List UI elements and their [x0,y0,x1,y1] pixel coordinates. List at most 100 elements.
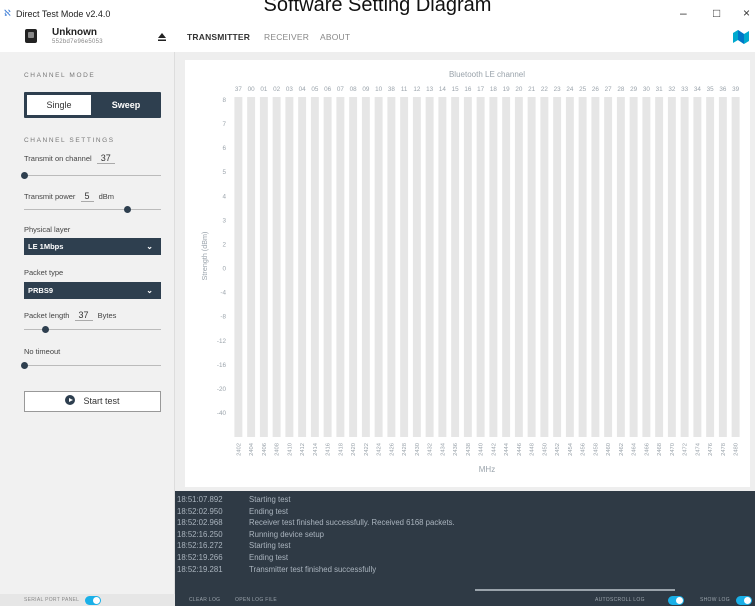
frequency-tick-label: 2420 [351,443,357,456]
channel-tick-label: 19 [503,86,511,93]
channel-bar [234,97,243,437]
channel-tick-label: 02 [273,86,281,93]
frequency-tick-label: 2408 [275,443,281,456]
packet-length-input[interactable]: 37 [74,310,93,321]
chart-title: Bluetooth LE channel [449,70,525,79]
frequency-tick-label: 2442 [491,443,497,456]
tab-about[interactable]: ABOUT [320,32,350,42]
tab-receiver[interactable]: RECEIVER [264,32,309,42]
channel-tick-label: 05 [311,86,319,93]
transmit-power-slider[interactable] [24,206,161,213]
channel-bar [336,97,345,437]
device-name[interactable]: Unknown [52,27,97,38]
channel-bar [706,97,715,437]
log-message: Receiver test finished successfully. Rec… [249,518,455,528]
channel-bar [616,97,625,437]
frequency-tick-label: 2422 [364,443,370,456]
channel-bar [718,97,727,437]
channel-tick-label: 00 [248,86,256,93]
channel-bar [463,97,472,437]
log-entry: 18:52:16.250 Running device setup [175,530,755,542]
eject-icon[interactable] [157,32,167,42]
channel-bar [298,97,307,437]
y-tick-label: -4 [220,290,226,297]
channel-tick-label: 28 [617,86,625,93]
channel-tick-label: 29 [630,86,638,93]
transmit-power-input[interactable]: 5 [80,191,94,202]
transmit-channel-input[interactable]: 37 [96,153,115,164]
log-message: Ending test [249,552,289,562]
channel-bar [400,97,409,437]
frequency-tick-label: 2460 [606,443,612,456]
channel-tick-label: 03 [286,86,294,93]
log-message: Transmitter test finished successfully [249,564,377,574]
frequency-tick-label: 2476 [708,443,714,456]
play-icon [65,395,76,405]
log-panel: 18:51:07.892 Starting test 18:52:02.950 End… [175,491,755,594]
packet-length-label: Packet length [24,311,70,320]
log-timestamp: 18:51:07.892 [177,495,223,504]
log-horizontal-scrollbar[interactable] [475,589,675,591]
frequency-tick-label: 2464 [632,442,638,456]
channel-bar [374,97,383,437]
channel-bar [451,97,460,437]
channel-tick-label: 39 [732,86,740,93]
frequency-tick-label: 2432 [428,443,434,456]
transmit-power-field: Transmit power 5 dBm [24,191,114,202]
physical-layer-select[interactable]: LE 1Mbps ⌄ [24,238,161,255]
show-log-toggle[interactable] [736,596,752,605]
start-test-button[interactable]: Start test [24,391,161,412]
mode-single-button[interactable]: Single [27,95,91,115]
channel-bar [412,97,421,437]
y-tick-label: 6 [222,145,226,152]
mode-sweep-button[interactable]: Sweep [94,95,158,115]
timeout-slider[interactable] [21,362,161,369]
clear-log-button[interactable]: CLEAR LOG [189,597,220,603]
serial-port-bar: SERIAL PORT PANEL [0,594,175,606]
y-tick-label: 3 [222,217,226,224]
transmit-channel-slider-thumb[interactable] [21,172,28,179]
log-message: Running device setup [249,529,324,539]
packet-length-slider-thumb[interactable] [41,326,49,333]
y-tick-label: 5 [222,169,226,176]
channel-bar [349,97,358,437]
autoscroll-toggle[interactable] [668,596,684,605]
log-toolbar: CLEAR LOG OPEN LOG FILE AUTOSCROLL LOG S… [175,594,755,606]
frequency-tick-label: 2444 [504,442,510,456]
channel-bar [629,97,638,437]
open-log-file-button[interactable]: OPEN LOG FILE [235,597,277,603]
transmit-power-unit: dBm [98,192,115,201]
transmit-channel-slider[interactable] [21,172,161,179]
channel-bar [578,97,587,437]
packet-length-slider[interactable] [24,326,161,333]
channel-bar [527,97,536,437]
channel-bar [387,97,396,437]
chevron-down-icon: ⌄ [146,286,153,295]
frequency-tick-label: 2468 [657,443,663,456]
frequency-tick-label: 2458 [593,443,599,456]
channel-bar [502,97,511,437]
log-entry: 18:52:02.968 Receiver test finished succe… [175,518,755,530]
packet-type-select[interactable]: PRBS9 ⌄ [24,282,161,299]
serial-port-toggle[interactable] [85,596,101,605]
log-entry: 18:52:19.266 Ending test [175,553,755,565]
start-test-label: Start test [83,396,120,406]
frequency-tick-label: 2424 [377,442,383,456]
packet-length-field: Packet length 37 Bytes [24,310,116,321]
channel-tick-label: 20 [515,86,523,93]
packet-length-unit: Bytes [97,311,117,320]
physical-layer-value: LE 1Mbps [28,242,64,251]
tab-transmitter[interactable]: TRANSMITTER [187,32,250,42]
timeout-slider-thumb[interactable] [21,362,28,369]
channel-tick-label: 13 [426,86,434,93]
device-chip-icon[interactable] [25,29,37,43]
channel-mode-title: CHANNEL MODE [24,72,96,79]
y-axis-label: Strength (dBm) [200,232,209,281]
channel-tick-label: 11 [401,86,408,93]
channel-tick-label: 16 [464,86,472,93]
transmit-channel-label: Transmit on channel [24,154,92,163]
transmit-power-slider-thumb[interactable] [123,206,131,213]
channel-tick-label: 18 [490,86,498,93]
channel-bar [604,97,613,437]
channel-tick-label: 23 [554,86,562,93]
